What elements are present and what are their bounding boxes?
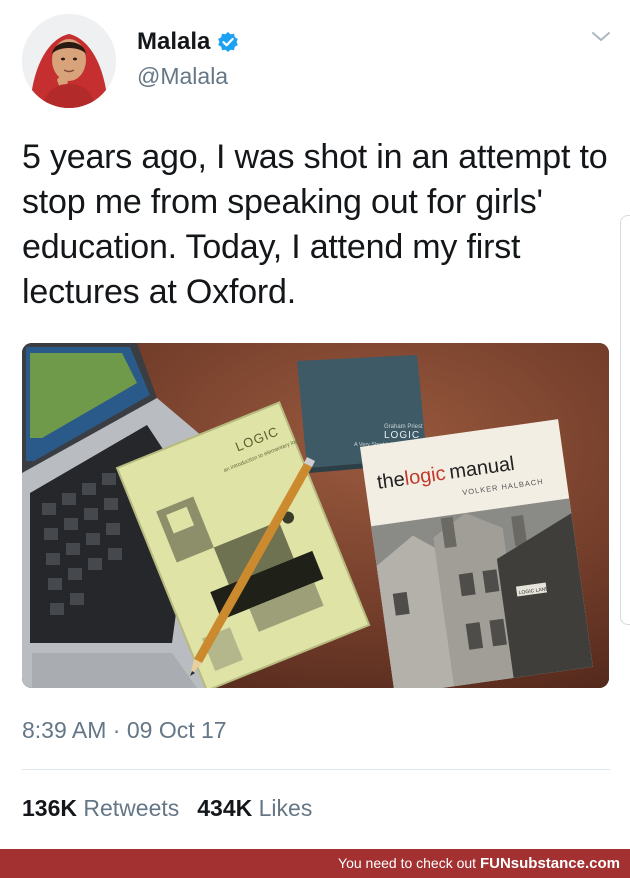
tweet-photo[interactable]: Graham Priest LOGIC A Very Short Introdu… bbox=[22, 343, 609, 688]
avatar-image bbox=[22, 14, 116, 108]
book-manual-title-the: the bbox=[376, 468, 407, 494]
tweet-header: Malala @Malala bbox=[22, 14, 618, 110]
time-separator: · bbox=[106, 717, 127, 743]
tweet-date: 09 Oct 17 bbox=[126, 717, 227, 743]
likes-count: 434K bbox=[197, 795, 253, 821]
scroll-indicator[interactable] bbox=[620, 215, 630, 625]
likes-stat[interactable]: 434K Likes bbox=[197, 795, 312, 822]
footer-text: You need to check out bbox=[338, 855, 480, 871]
footer-brand: FUNsubstance.com bbox=[479, 855, 620, 872]
retweets-count: 136K bbox=[22, 795, 77, 821]
likes-label: Likes bbox=[258, 795, 313, 821]
display-name[interactable]: Malala bbox=[137, 28, 210, 56]
tweet-stats: 136K Retweets 434K Likes bbox=[22, 795, 312, 822]
retweets-stat[interactable]: 136K Retweets bbox=[22, 795, 179, 822]
retweets-label: Retweets bbox=[83, 795, 180, 821]
divider bbox=[22, 769, 610, 770]
timestamp[interactable]: 8:39 AM · 09 Oct 17 bbox=[22, 717, 227, 744]
book-logic-manual: thelogicmanual VOLKER HALBACH LOGIC LANE bbox=[360, 419, 593, 688]
verified-badge-icon bbox=[217, 31, 239, 53]
tweet-text: 5 years ago, I was shot in an attempt to… bbox=[22, 138, 608, 311]
chevron-down-icon[interactable] bbox=[590, 30, 612, 44]
avatar[interactable] bbox=[22, 14, 116, 108]
author-names: Malala @Malala bbox=[137, 28, 239, 90]
tweet-time: 8:39 AM bbox=[22, 717, 107, 743]
watermark-footer: You need to check out FUNsubstance.com bbox=[0, 849, 630, 878]
handle[interactable]: @Malala bbox=[137, 63, 239, 90]
